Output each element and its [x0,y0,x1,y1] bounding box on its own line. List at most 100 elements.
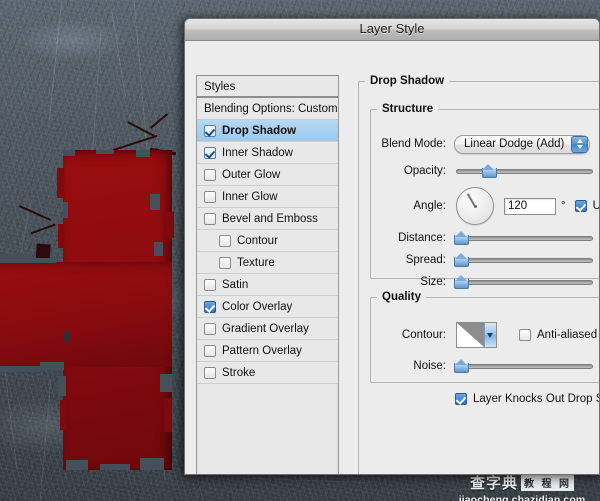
slider-knob[interactable] [454,274,470,289]
opacity-slider[interactable] [456,163,593,178]
checkbox-satin[interactable] [204,278,216,291]
checkbox-inner-glow[interactable] [204,190,216,203]
angle-dial-hub [473,204,477,208]
checkbox-bevel-and-emboss[interactable] [204,212,216,225]
slider-knob[interactable] [481,163,497,178]
checkbox-stroke[interactable] [204,366,216,379]
slider-knob[interactable] [454,358,470,373]
cross-edge-grit [136,150,150,157]
contour-dropdown-button[interactable] [483,323,496,347]
style-item-inner-glow[interactable]: Inner Glow [197,186,338,208]
angle-degree-symbol: ° [561,200,566,212]
structure-group-title: Structure [382,103,434,115]
watermark: 查字典 教 程 网 jiaocheng.chazidian.com [446,472,598,501]
style-item-gradient-overlay[interactable]: Gradient Overlay [197,318,338,340]
cross-horizontal-bar [0,262,172,367]
angle-dial[interactable] [456,187,494,225]
drop-shadow-settings-panel: Drop Shadow Structure Blend Mode: Linear… [348,63,599,474]
chevron-down-icon [487,332,494,338]
watermark-badge: 教 程 网 [521,474,574,491]
cross-edge-grit [0,254,30,263]
style-item-contour[interactable]: Contour [197,230,338,252]
red-cross-graphic [0,150,174,470]
quality-group-title: Quality [382,291,421,303]
contour-preset-picker[interactable] [456,322,497,348]
use-global-light-label: Use Global Li [593,200,599,212]
style-item-label: Stroke [222,366,256,379]
size-slider[interactable] [454,274,593,289]
cross-edge-grit [40,362,64,370]
chevron-updown-icon[interactable] [571,135,589,153]
slider-knob[interactable] [454,252,470,267]
layer-knocks-out-row[interactable]: Layer Knocks Out Drop Shadow [455,393,599,405]
cross-edge-grit [63,202,68,218]
contour-label: Contour: [401,329,446,341]
cross-edge-grit [166,212,174,238]
style-item-stroke[interactable]: Stroke [197,362,338,384]
spread-label: Spread: [405,254,446,266]
checkbox-contour[interactable] [219,234,231,247]
dialog-titlebar[interactable]: Layer Style [185,19,599,41]
slider-track [456,258,593,263]
style-item-outer-glow[interactable]: Outer Glow [197,164,338,186]
cross-edge-grit [58,224,64,248]
watermark-logo-row: 查字典 教 程 网 [446,472,598,493]
checkbox-layer-knocks-out[interactable] [455,393,467,405]
cross-edge-grit [150,194,160,210]
style-item-label: Contour [237,234,278,247]
spread-slider[interactable] [454,252,593,267]
angle-row: Angle: 120 ° Use Global Li [371,186,599,226]
checkbox-drop-shadow[interactable] [204,124,216,137]
opacity-label: Opacity: [403,165,446,177]
noise-label: Noise: [413,360,446,372]
size-label: Size: [420,276,446,288]
cross-edge-grit [28,258,56,263]
style-item-color-overlay[interactable]: Color Overlay [197,296,338,318]
blending-options-row[interactable]: Blending Options: Custom [197,98,338,120]
slider-track [456,169,593,174]
style-item-drop-shadow[interactable]: Drop Shadow [197,120,338,142]
distance-label: Distance: [398,232,446,244]
checkbox-color-overlay[interactable] [204,300,216,313]
blend-mode-select[interactable]: Linear Dodge (Add) [454,134,591,154]
checkbox-anti-aliased[interactable] [519,329,531,341]
spread-row: Spread: 0 % [371,251,599,269]
anti-aliased-row[interactable]: Anti-aliased [519,329,597,341]
quality-group: Quality Contour: Anti-aliased Noise: [370,291,599,383]
drop-shadow-group: Drop Shadow Structure Blend Mode: Linear… [358,75,599,474]
style-item-pattern-overlay[interactable]: Pattern Overlay [197,340,338,362]
noise-slider[interactable] [454,358,593,373]
distance-slider[interactable] [454,230,593,245]
checkbox-pattern-overlay[interactable] [204,344,216,357]
checkbox-use-global-light[interactable] [574,200,587,212]
style-item-texture[interactable]: Texture [197,252,338,274]
style-item-label: Texture [237,256,275,269]
angle-input[interactable]: 120 [504,197,556,215]
checkbox-gradient-overlay[interactable] [204,322,216,335]
checkbox-texture[interactable] [219,256,231,269]
use-global-light-row[interactable]: Use Global Li [574,200,599,212]
style-item-inner-shadow[interactable]: Inner Shadow [197,142,338,164]
cross-edge-grit [160,374,172,392]
layer-style-dialog: Layer Style Styles Blending Options: Cus… [184,18,600,475]
slider-track [456,280,593,285]
cross-edge-grit [0,366,40,372]
slider-knob[interactable] [454,230,470,245]
checkbox-outer-glow[interactable] [204,168,216,181]
cross-edge-grit [66,460,88,470]
style-item-satin[interactable]: Satin [197,274,338,296]
slider-track [456,236,593,241]
cross-edge-grit [154,242,163,256]
cross-edge-grit [57,168,64,198]
distance-row: Distance: 2 px [371,229,599,247]
blend-mode-value: Linear Dodge (Add) [464,138,565,150]
cross-edge-grit [96,150,114,154]
watermark-chinese-text: 查字典 [470,474,519,492]
screenshot-root: 查字典 教 程 网 jiaocheng.chazidian.com Layer … [0,0,600,501]
cross-edge-grit [140,458,164,470]
style-item-bevel-and-emboss[interactable]: Bevel and Emboss [197,208,338,230]
checkbox-inner-shadow[interactable] [204,146,216,159]
style-item-label: Color Overlay [222,300,293,313]
styles-list-panel: Styles Blending Options: Custom Drop Sha… [196,75,339,474]
styles-list-header[interactable]: Styles [197,76,338,98]
